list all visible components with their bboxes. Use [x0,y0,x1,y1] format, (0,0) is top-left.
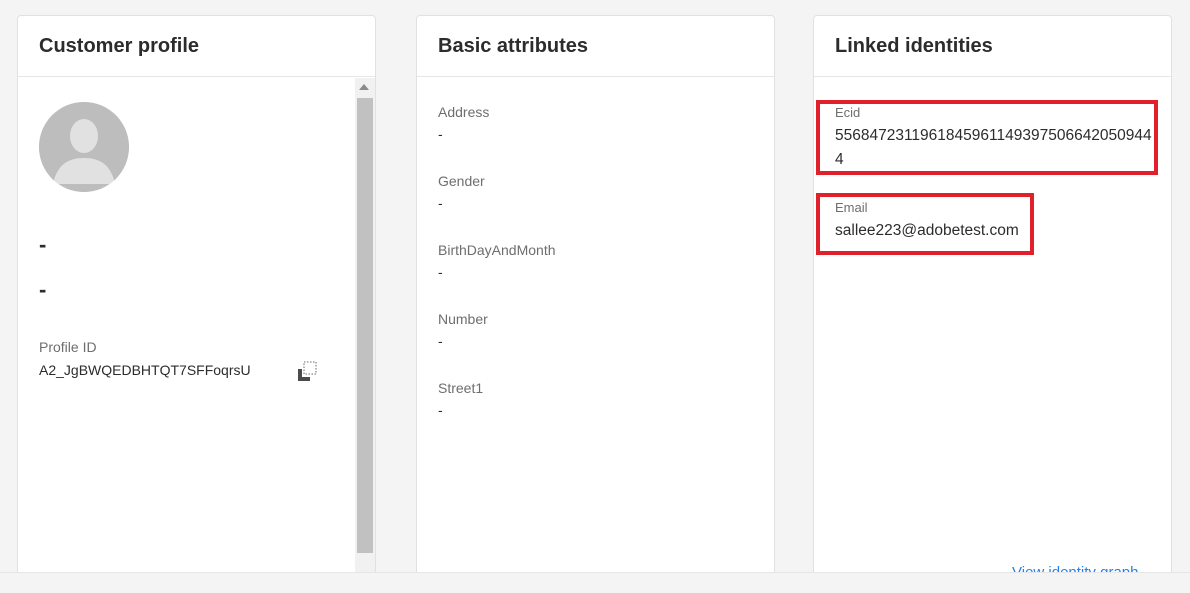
profile-name-last: - [39,277,47,302]
attribute-label: Address [438,104,490,120]
attribute-birthday: BirthDayAndMonth - [438,242,556,280]
basic-attributes-card: Basic attributes Address - Gender - Birt… [416,15,775,585]
linked-identities-card: Linked identities Ecid 55684723119618459… [813,15,1172,585]
scroll-up-arrow-icon[interactable] [359,84,369,90]
profile-id-label: Profile ID [39,339,97,355]
linked-identities-title: Linked identities [814,16,1171,77]
attribute-street1: Street1 - [438,380,483,418]
customer-profile-title: Customer profile [18,16,375,77]
avatar [39,102,129,192]
email-value: sallee223@adobetest.com [835,222,1019,239]
attribute-value: - [438,333,443,349]
person-placeholder-icon [39,102,129,192]
attribute-value: - [438,195,443,211]
customer-profile-card: Customer profile - - Profile ID A2_JgBWQ… [17,15,376,585]
attribute-label: BirthDayAndMonth [438,242,556,258]
attribute-address: Address - [438,104,489,142]
profile-name-first: - [39,232,47,257]
attribute-label: Number [438,311,488,327]
ecid-value: 55684723119618459611493975066420509444 [835,127,1152,168]
bottom-bar [0,572,1190,593]
profile-scrollbar[interactable] [355,78,375,584]
copy-icon[interactable] [296,361,320,383]
attribute-label: Street1 [438,380,484,396]
scroll-thumb[interactable] [357,98,373,553]
attribute-gender: Gender - [438,173,485,211]
attribute-number: Number - [438,311,488,349]
attribute-value: - [438,126,443,142]
ecid-label: Ecid [835,105,861,120]
basic-attributes-title: Basic attributes [417,16,774,77]
attribute-value: - [438,264,443,280]
profile-id-value: A2_JgBWQEDBHTQT7SFFoqrsU [39,362,251,378]
attribute-value: - [438,402,443,418]
attribute-label: Gender [438,173,485,189]
email-label: Email [835,200,868,215]
